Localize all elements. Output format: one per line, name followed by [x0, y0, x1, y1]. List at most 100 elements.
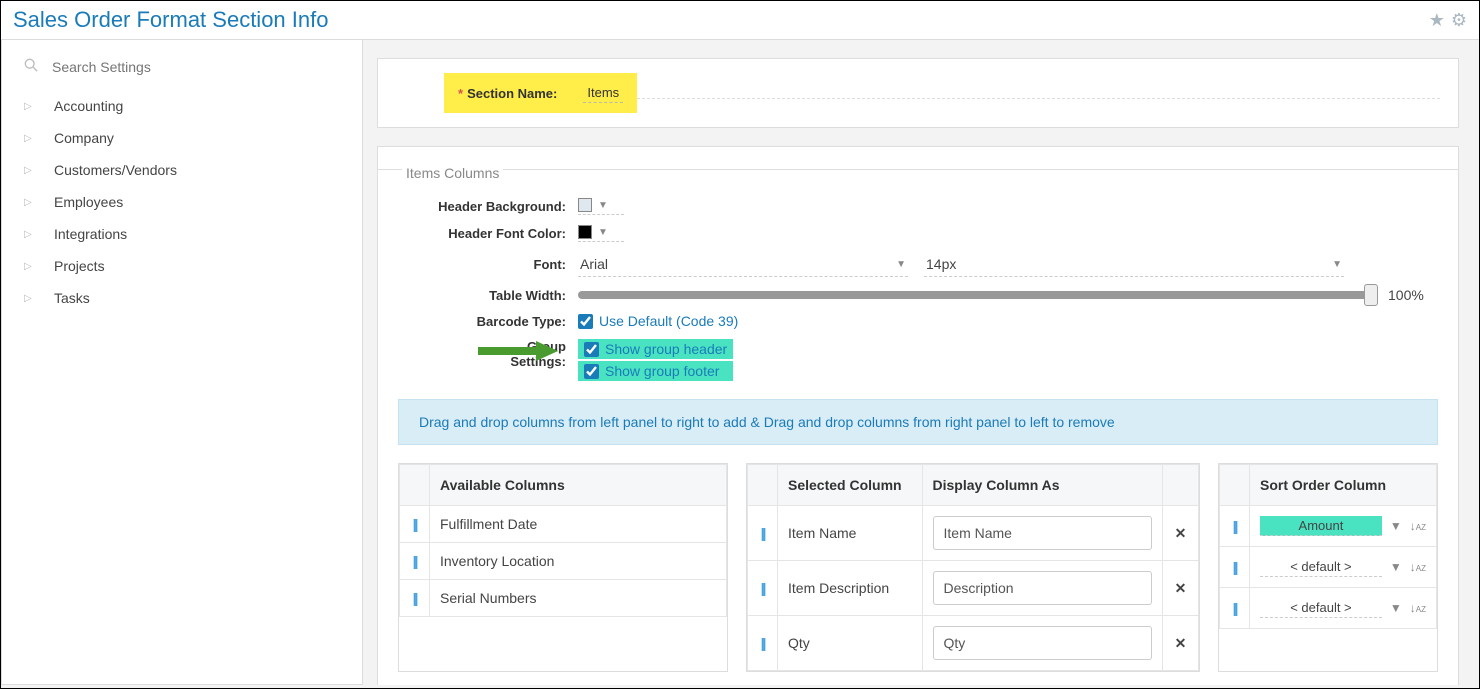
chevron-right-icon: ▷: [24, 101, 34, 112]
sort-direction-icon[interactable]: ↓AZ: [1410, 519, 1426, 533]
font-size-value: 14px: [926, 256, 956, 272]
sidebar-item-tasks[interactable]: ▷ Tasks: [20, 282, 344, 314]
selected-column-header: Selected Column: [778, 465, 923, 506]
chevron-down-icon: ▼: [598, 227, 608, 238]
header-font-color-swatch: [578, 225, 592, 239]
available-column-row[interactable]: || Fulfillment Date: [400, 506, 727, 543]
font-label: Font:: [398, 257, 578, 272]
show-group-footer-label: Show group footer: [605, 363, 719, 379]
available-column-name: Fulfillment Date: [430, 506, 727, 543]
barcode-type-label: Barcode Type:: [398, 314, 578, 329]
chevron-down-icon: ▼: [1332, 259, 1342, 270]
sort-direction-icon[interactable]: ↓AZ: [1410, 560, 1426, 574]
chevron-down-icon: ▼: [598, 200, 608, 211]
sort-order-row: || Amount ▼ ↓AZ: [1220, 506, 1437, 547]
sort-order-header: Sort Order Column: [1250, 465, 1437, 506]
header-bg-swatch: [578, 198, 592, 212]
sidebar-item-accounting[interactable]: ▷ Accounting: [20, 90, 344, 122]
drag-handle-icon[interactable]: ||: [413, 553, 417, 569]
chevron-right-icon: ▷: [24, 261, 34, 272]
sidebar-item-label: Customers/Vendors: [54, 162, 177, 178]
drag-handle-icon[interactable]: ||: [1233, 518, 1237, 534]
barcode-default-label: Use Default (Code 39): [599, 313, 738, 329]
chevron-right-icon: ▷: [24, 229, 34, 240]
chevron-right-icon: ▷: [24, 293, 34, 304]
show-group-header-checkbox[interactable]: [584, 342, 599, 357]
display-as-input[interactable]: [933, 626, 1153, 660]
remove-column-button[interactable]: ✕: [1163, 506, 1199, 561]
chevron-down-icon[interactable]: ▼: [1390, 560, 1402, 574]
selected-column-name: Item Description: [778, 561, 923, 616]
header-bg-picker[interactable]: ▼: [578, 198, 624, 215]
section-name-input[interactable]: Items: [583, 83, 623, 103]
chevron-down-icon[interactable]: ▼: [1390, 601, 1402, 615]
fieldset-legend: Items Columns: [402, 165, 503, 181]
sidebar-item-projects[interactable]: ▷ Projects: [20, 250, 344, 282]
show-group-header-label: Show group header: [605, 341, 727, 357]
available-columns-panel: Available Columns || Fulfillment Date || In…: [398, 463, 728, 672]
drag-handle-icon[interactable]: ||: [1233, 559, 1237, 575]
sort-column-select[interactable]: < default >: [1260, 557, 1382, 577]
barcode-default-checkbox[interactable]: [578, 314, 593, 329]
sort-order-row: || < default > ▼ ↓AZ: [1220, 588, 1437, 629]
selected-column-row: || Qty ✕: [748, 616, 1199, 671]
show-group-footer-checkbox[interactable]: [584, 364, 599, 379]
sidebar-item-label: Projects: [54, 258, 105, 274]
chevron-down-icon[interactable]: ▼: [1390, 519, 1402, 533]
drag-drop-info: Drag and drop columns from left panel to…: [398, 399, 1438, 445]
sidebar-item-company[interactable]: ▷Company: [20, 122, 344, 154]
slider-thumb[interactable]: [1364, 284, 1378, 306]
sort-order-row: || < default > ▼ ↓AZ: [1220, 547, 1437, 588]
selected-column-name: Qty: [778, 616, 923, 671]
chevron-right-icon: ▷: [24, 197, 34, 208]
selected-column-name: Item Name: [778, 506, 923, 561]
gear-icon[interactable]: ⚙: [1451, 10, 1467, 31]
remove-column-button[interactable]: ✕: [1163, 561, 1199, 616]
sidebar-item-employees[interactable]: ▷Employees: [20, 186, 344, 218]
header-font-color-picker[interactable]: ▼: [578, 225, 624, 242]
sidebar-item-integrations[interactable]: ▷Integrations: [20, 218, 344, 250]
sidebar-item-label: Company: [54, 130, 114, 146]
available-column-row[interactable]: || Inventory Location: [400, 543, 727, 580]
available-column-name: Inventory Location: [430, 543, 727, 580]
section-name-label: Section Name:: [467, 86, 557, 101]
selected-column-row: || Item Name ✕: [748, 506, 1199, 561]
sort-column-select[interactable]: Amount: [1260, 516, 1382, 536]
display-as-input[interactable]: [933, 516, 1153, 550]
chevron-down-icon: ▼: [896, 259, 906, 270]
sidebar-item-customers-vendors[interactable]: ▷ Customers/Vendors: [20, 154, 344, 186]
drag-handle-icon[interactable]: ||: [761, 525, 765, 541]
drag-handle-icon[interactable]: ||: [413, 590, 417, 606]
sort-direction-icon[interactable]: ↓AZ: [1410, 601, 1426, 615]
sidebar-item-label: Accounting: [54, 98, 123, 114]
drag-handle-icon[interactable]: ||: [761, 580, 765, 596]
items-columns-fieldset: Header Background: ▼ Header Font Color: …: [378, 169, 1458, 685]
sidebar-item-label: Tasks: [54, 290, 90, 306]
drag-header: [400, 465, 430, 506]
display-as-input[interactable]: [933, 571, 1153, 605]
drag-handle-icon[interactable]: ||: [413, 516, 417, 532]
page-header: Sales Order Format Section Info ★ ⚙: [1, 1, 1479, 40]
available-columns-header: Available Columns: [430, 465, 727, 506]
available-column-row[interactable]: ||Serial Numbers: [400, 580, 727, 617]
selected-column-row: || Item Description ✕: [748, 561, 1199, 616]
selected-columns-panel: Selected Column Display Column As || Item…: [746, 463, 1200, 672]
sort-order-panel: Sort Order Column || Amount ▼ ↓AZ || < defaul…: [1218, 463, 1438, 672]
header-font-color-label: Header Font Color:: [398, 226, 578, 241]
remove-column-button[interactable]: ✕: [1163, 616, 1199, 671]
font-family-select[interactable]: Arial ▼: [578, 252, 908, 277]
display-column-header: Display Column As: [922, 465, 1163, 506]
chevron-right-icon: ▷: [24, 165, 34, 176]
sort-column-select[interactable]: < default >: [1260, 598, 1382, 618]
table-width-label: Table Width:: [398, 288, 578, 303]
drag-handle-icon[interactable]: ||: [1233, 600, 1237, 616]
search-input[interactable]: [52, 59, 340, 75]
required-asterisk: *: [458, 86, 463, 101]
header-bg-label: Header Background:: [398, 199, 578, 214]
star-icon[interactable]: ★: [1429, 10, 1445, 31]
callout-arrow-icon: [478, 339, 558, 363]
font-size-select[interactable]: 14px ▼: [924, 252, 1344, 277]
search-icon: [24, 58, 38, 75]
drag-handle-icon[interactable]: ||: [761, 635, 765, 651]
table-width-slider[interactable]: [578, 291, 1374, 299]
